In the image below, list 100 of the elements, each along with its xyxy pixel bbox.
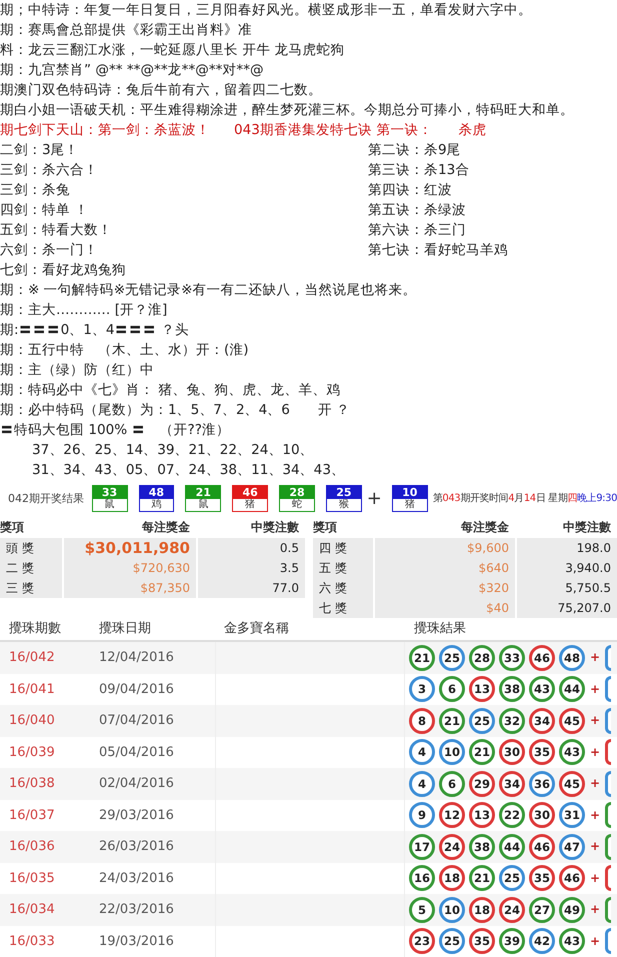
text-line: 期白小姐一语破天机：平生难得糊涂进，醉生梦死灌三杯。今期总分可捧小，特码旺大和单。	[0, 101, 575, 120]
text-line: 期澳门双色特码诗：兔后牛前有六，留着四二七数。	[0, 81, 323, 100]
plus-sign: +	[590, 932, 600, 950]
table-cell-text: 12/04/2016	[98, 649, 175, 667]
text-line: 期：必中特码（尾数）为：1、5、7、2、4、6 开 ？	[0, 401, 352, 420]
lottery-ball: 23	[409, 928, 435, 954]
plus-sign: +	[590, 712, 600, 729]
number-box: 25 猴	[326, 484, 362, 512]
plus-sign: +	[366, 488, 382, 508]
lottery-ball: 34	[529, 708, 555, 734]
table-cell-text: 16/036	[8, 838, 56, 856]
lottery-ball: 45	[559, 770, 585, 797]
table-cell: $40	[373, 598, 515, 618]
lottery-ball: 21	[409, 644, 435, 671]
table-cell-text: 05/04/2016	[98, 744, 175, 762]
text-line: 期：主（绿）防（红）中	[0, 361, 155, 380]
lottery-ball: 35	[529, 739, 555, 766]
lottery-ball: 45	[559, 708, 585, 734]
text-line: 期七剑下天山：第一剑：杀蓝波！	[0, 121, 210, 140]
text-line: 期；中特诗：年复一年日复日，三月阳春好风光。横竖成形非一五，单看发财六字中。	[0, 1, 533, 20]
lottery-ball: 46	[529, 834, 555, 860]
lottery-ball: 44	[499, 834, 525, 860]
text-line: 三剑：杀六合！	[0, 161, 99, 180]
table-cell-text: 16/039	[8, 744, 56, 762]
plus-sign: +	[590, 744, 600, 760]
lottery-ball: 35	[469, 928, 495, 954]
lottery-ball: 38	[499, 676, 525, 702]
table-cell-text: 四 獎	[318, 540, 348, 557]
lottery-ball: 4	[409, 770, 435, 797]
lottery-ball: 27	[529, 896, 555, 923]
lottery-ball: 32	[499, 708, 525, 734]
lottery-ball: 46	[559, 865, 585, 892]
text-line: 第四诀：红波	[368, 181, 453, 200]
lottery-ball: 3	[409, 676, 435, 702]
lottery-ball: 39	[499, 928, 525, 954]
lottery-ball: 35	[529, 865, 555, 892]
lottery-ball: 43	[529, 676, 555, 702]
table-cell-text: 07/04/2016	[98, 712, 175, 730]
text-line: 期：主大………… [开？淮]	[0, 301, 168, 320]
number-box: 10 猪	[392, 484, 428, 512]
lottery-ball: 18	[469, 896, 495, 923]
lottery-ball: 33	[499, 644, 525, 671]
lottery-ball: 25	[439, 928, 465, 954]
text-line: 料：龙云三翻江水涨，一蛇延愿八里长 开牛 龙马虎蛇狗	[0, 41, 346, 60]
lottery-ball: 43	[559, 928, 585, 954]
lottery-ball: 43	[559, 739, 585, 766]
lottery-ball: 10	[439, 896, 465, 923]
lottery-ball: 25	[499, 865, 525, 892]
lottery-ball: 46	[529, 644, 555, 671]
column-header: 金多寶名稱	[223, 620, 290, 638]
number-box: 48 鸡	[138, 484, 174, 512]
plus-sign: +	[590, 806, 600, 824]
plus-sign: +	[590, 838, 600, 855]
lottery-ball: 18	[439, 865, 465, 892]
lottery-ball: 29	[469, 770, 495, 797]
lottery-ball: 12	[439, 802, 465, 828]
number-box: 33 鼠	[92, 484, 128, 512]
table-cell-text: 16/041	[8, 680, 56, 698]
table-cell-text: 16/038	[8, 775, 56, 793]
text-line: 六剑：杀一门！	[0, 241, 99, 260]
table-cell-text: 16/042	[8, 649, 56, 667]
column-header: 攪珠結果	[413, 620, 467, 638]
text-line: 期：特码必中《七》肖： 猪、兔、狗、虎、龙、羊、鸡	[0, 381, 342, 400]
lottery-ball: 47	[559, 834, 585, 860]
column-header: 中獎注數	[562, 519, 612, 536]
text-line: 五剑：特看大数！	[0, 221, 113, 240]
lottery-ball: 30	[499, 739, 525, 766]
lottery-ball: 25	[469, 708, 495, 734]
number-line: 37、26、25、14、39、21、22、24、10、	[31, 441, 315, 460]
lottery-ball: 44	[559, 676, 585, 702]
text-line: 〓特码大包围 100% 〓 （开??淮）	[0, 421, 231, 440]
lottery-ball: 17	[409, 834, 435, 860]
lottery-ball: 4	[409, 739, 435, 766]
table-cell: 77.0	[196, 578, 305, 598]
table-cell: $87,350	[62, 578, 196, 598]
plus-sign: +	[590, 870, 600, 886]
text-line: 期：九宫禁肖” @** **@**龙**@**对**@	[0, 61, 265, 80]
table-cell-text: 24/03/2016	[98, 870, 175, 888]
lottery-ball: 10	[439, 739, 465, 766]
lottery-ball: 8	[409, 708, 435, 734]
column-header: 獎項	[0, 519, 25, 536]
column-header: 獎項	[313, 519, 338, 536]
text-line: 七剑：看好龙鸡兔狗	[0, 261, 127, 280]
lottery-ball: 21	[439, 708, 465, 734]
table-cell-text: 26/03/2016	[98, 838, 175, 856]
table-cell: 75,207.0	[515, 598, 617, 618]
column-header: 攪珠日期	[98, 620, 152, 638]
text-line: 第五诀：杀绿波	[368, 201, 467, 220]
lottery-ball: 24	[439, 834, 465, 860]
plus-sign: +	[590, 649, 600, 666]
table-cell-text: 16/034	[8, 901, 56, 919]
lottery-ball: 21	[469, 865, 495, 892]
draw-title: 042期开奖结果	[8, 490, 85, 506]
column-header: 每注獎金	[460, 519, 510, 536]
lottery-ball: 34	[499, 770, 525, 797]
lottery-ball: 49	[559, 896, 585, 923]
lottery-ball: 6	[439, 770, 465, 797]
table-cell-text: 三 獎	[5, 580, 35, 597]
column-header: 中獎注數	[250, 519, 300, 536]
lottery-ball: 13	[469, 676, 495, 702]
